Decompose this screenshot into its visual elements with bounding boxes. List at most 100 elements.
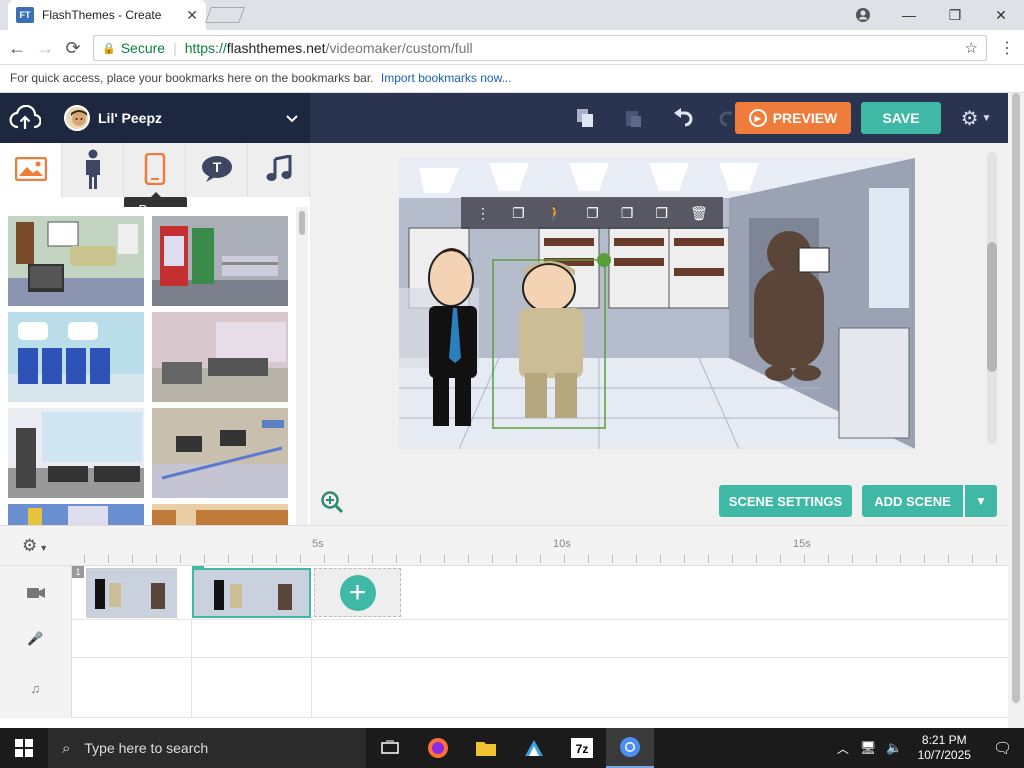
camera-icon [0, 566, 72, 620]
menu-icon[interactable]: ⋮ [996, 37, 1018, 59]
redo-icon[interactable] [719, 108, 733, 130]
forward-icon[interactable]: → [34, 37, 56, 59]
network-icon[interactable]: 🖥 [855, 740, 882, 756]
background-thumbnail[interactable] [152, 216, 288, 306]
ruler-tick [156, 555, 157, 563]
minimize-icon[interactable]: — [886, 0, 932, 30]
background-thumbnail[interactable] [8, 216, 144, 306]
reload-icon[interactable]: ⟳ [62, 37, 84, 59]
send-back-icon[interactable]: ❐ [655, 205, 668, 222]
browser-tab[interactable]: FT FlashThemes - Create ✕ [8, 0, 206, 30]
windows-taskbar: ⌕ Type here to search 7z ︿ 🖥 🔈 8:21 PM 1… [0, 728, 1024, 768]
tab-audio[interactable] [248, 143, 310, 197]
background-thumbnail[interactable] [152, 504, 288, 525]
address-separator: | [173, 40, 177, 56]
bring-forward-icon[interactable]: ❐ [586, 205, 599, 222]
import-bookmarks-link[interactable]: Import bookmarks now... [381, 71, 512, 85]
tab-characters[interactable] [62, 143, 124, 197]
background-thumbnail[interactable] [152, 408, 288, 498]
add-scene-button[interactable]: ADD SCENE [862, 485, 963, 517]
search-icon: ⌕ [62, 739, 71, 757]
favicon-icon: FT [16, 7, 34, 23]
search-placeholder: Type here to search [84, 740, 209, 756]
tab-props[interactable] [124, 143, 186, 197]
copy-object-icon[interactable]: ❐ [512, 205, 525, 222]
back-icon[interactable]: ← [6, 37, 28, 59]
taskbar-search-input[interactable]: ⌕ Type here to search [48, 728, 366, 768]
microphone-icon: 🎤 [0, 620, 72, 658]
ruler-tick [540, 555, 541, 563]
settings-gear-icon[interactable]: ⚙ ▼ [956, 106, 996, 130]
plus-icon[interactable]: + [339, 574, 376, 611]
page-scrollbar[interactable] [1008, 93, 1024, 728]
background-thumbnail[interactable] [8, 408, 144, 498]
drag-handle-icon[interactable]: ⋮ [476, 205, 490, 222]
task-view-icon[interactable] [366, 728, 414, 768]
music-track-icon: ♫ [0, 658, 72, 718]
ruler-tick [756, 555, 757, 563]
save-button[interactable]: SAVE [861, 102, 941, 134]
close-window-icon[interactable]: ✕ [978, 0, 1024, 30]
scene-thumbnail-2[interactable] [192, 568, 311, 618]
ruler-tick [492, 555, 493, 563]
notifications-icon[interactable]: 🗨 [981, 739, 1024, 757]
close-tab-icon[interactable]: ✕ [186, 7, 198, 24]
music-track-row [0, 658, 1008, 718]
stage-scrollbar[interactable] [987, 152, 997, 444]
new-tab-button[interactable] [205, 7, 245, 23]
music-note-icon [266, 153, 292, 186]
voice-track-row [0, 620, 1008, 658]
file-explorer-icon[interactable] [462, 728, 510, 768]
preview-button[interactable]: ▶ PREVIEW [735, 102, 851, 134]
background-thumbnail[interactable] [152, 312, 288, 402]
profile-icon[interactable] [840, 0, 886, 30]
windows-start-icon[interactable] [0, 728, 48, 768]
app-icon[interactable] [510, 728, 558, 768]
scene-thumbnail-1[interactable] [86, 568, 177, 618]
ruler-tick [828, 555, 829, 563]
undo-icon[interactable] [673, 108, 695, 130]
scene-divider [311, 620, 312, 718]
library-category-tabs: T [0, 143, 310, 197]
paste-icon[interactable] [623, 108, 645, 130]
copy-icon[interactable] [575, 108, 597, 130]
library-scrollbar[interactable] [296, 207, 308, 525]
secure-label: Secure [120, 40, 166, 56]
ruler-tick [84, 555, 85, 563]
restore-icon[interactable]: ❐ [932, 0, 978, 30]
delete-icon[interactable]: 🗑 [690, 205, 708, 222]
add-scene-dropdown-icon[interactable]: ▼ [965, 485, 997, 517]
ruler-tick [804, 555, 805, 563]
zoom-icon[interactable] [320, 490, 344, 514]
tab-text[interactable]: T [186, 143, 248, 197]
ruler-tick [924, 555, 925, 563]
ruler-tick [108, 555, 109, 563]
ruler-tick [204, 555, 205, 563]
play-icon: ▶ [748, 109, 767, 127]
clock-time: 8:21 PM [921, 733, 967, 747]
chevron-down-icon[interactable] [286, 111, 298, 126]
background-thumbnail[interactable] [8, 504, 144, 525]
upload-cloud-icon[interactable] [0, 93, 50, 143]
tab-backgrounds[interactable] [0, 143, 62, 197]
firefox-icon[interactable] [414, 728, 462, 768]
add-scene-slot[interactable]: + [314, 568, 401, 617]
timeline-settings-icon[interactable]: ⚙ ▼ [22, 536, 52, 556]
duplicate-icon[interactable]: ❐ [621, 205, 634, 222]
lock-icon: 🔒 [102, 42, 116, 55]
scene-settings-button[interactable]: SCENE SETTINGS [719, 485, 852, 517]
chevron-up-icon[interactable]: ︿ [831, 740, 855, 757]
background-thumbnail[interactable] [8, 312, 144, 402]
theme-bar: Lil' Peepz [0, 93, 310, 143]
7zip-icon[interactable]: 7z [558, 728, 606, 768]
ruler-tick [180, 555, 181, 563]
image-icon [14, 156, 47, 184]
address-bar[interactable]: 🔒 Secure | https:// flashthemes.net /vid… [93, 35, 987, 61]
ruler-tick [444, 555, 445, 563]
bookmark-star-icon[interactable]: ☆ [965, 39, 978, 57]
theme-name[interactable]: Lil' Peepz [98, 110, 286, 126]
clock[interactable]: 8:21 PM 10/7/2025 [908, 733, 981, 763]
walk-icon[interactable]: 🚶 [547, 205, 564, 222]
volume-muted-icon[interactable]: 🔈 [881, 740, 907, 756]
chrome-icon[interactable] [606, 728, 654, 768]
